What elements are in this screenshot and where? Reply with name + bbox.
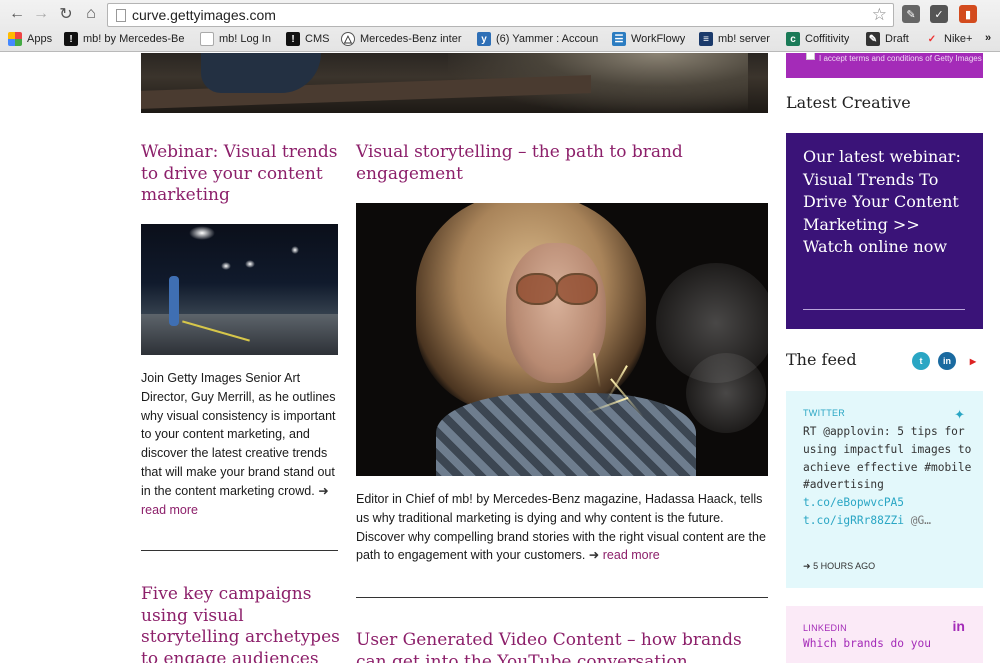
linkedin-feed-card[interactable]: LINKEDIN in Which brands do you [786, 606, 983, 663]
linkedin-label: LINKEDIN [803, 623, 847, 633]
draft-icon: ✎ [866, 32, 880, 46]
yammer-icon: y [477, 32, 491, 46]
bookmark-coffitivity[interactable]: c Coffitivity [786, 32, 866, 46]
home-icon[interactable]: ⌂ [82, 5, 100, 23]
terms-text: I accept terms and conditions of Getty I… [819, 54, 982, 63]
divider [356, 597, 768, 598]
reload-icon[interactable]: ↻ [57, 5, 75, 23]
page-icon [116, 9, 126, 22]
server-icon: ≡ [699, 32, 713, 46]
bookmark-mb-server[interactable]: ≡ mb! server [699, 32, 779, 46]
mercedes-star-icon: △ [341, 32, 355, 46]
workflowy-icon: ☰ [612, 32, 626, 46]
apps-grid-icon [8, 32, 22, 46]
linkedin-icon[interactable]: in [938, 352, 956, 370]
arrow-right-icon: ➜ [803, 561, 811, 571]
twitter-bird-icon: ✦ [954, 407, 965, 422]
latest-creative-heading: Latest Creative [786, 93, 911, 112]
mb-exclamation-icon: ! [64, 32, 78, 46]
bookmark-mercedes-intern[interactable]: △ Mercedes-Benz inter [341, 32, 465, 46]
pocket-icon[interactable]: ✓ [930, 5, 948, 23]
arrow-right-icon: ➜ [588, 548, 600, 563]
article-title-storytelling[interactable]: Visual storytelling – the path to brand … [356, 142, 736, 185]
extension-icon[interactable]: ▮ [959, 5, 977, 23]
promo-text: Our latest webinar: Visual Trends To Dri… [803, 147, 961, 256]
divider [141, 550, 338, 551]
bookmark-yammer[interactable]: y (6) Yammer : Accoun [477, 32, 602, 46]
url-text: curve.gettyimages.com [132, 7, 276, 23]
linkedin-post-text: Which brands do you [803, 637, 931, 650]
twitter-label: TWITTER [803, 408, 846, 418]
address-bar[interactable]: curve.gettyimages.com ☆ [107, 3, 894, 27]
bookmark-draft[interactable]: ✎ Draft [866, 32, 916, 46]
bookmark-nike[interactable]: ✓ Nike+ [925, 32, 973, 46]
article-body-storytelling: Editor in Chief of mb! by Mercedes-Benz … [356, 492, 766, 563]
article-title-ugc[interactable]: User Generated Video Content – how brand… [356, 630, 768, 663]
article-body-webinar: Join Getty Images Senior Art Director, G… [141, 371, 336, 517]
tweet-timestamp: ➜ 5 HOURS AGO [803, 561, 876, 571]
page-icon [200, 32, 214, 46]
more-bookmarks-icon[interactable]: » [985, 32, 997, 44]
evernote-icon[interactable]: ✎ [902, 5, 920, 23]
nike-icon: ✓ [927, 33, 937, 45]
terms-checkbox[interactable] [806, 53, 815, 60]
bookmark-mb-mercedes[interactable]: ! mb! by Mercedes-Be [64, 32, 190, 46]
bookmarks-bar: Apps ! mb! by Mercedes-Be mb! Log In ! C… [0, 30, 1000, 50]
read-more-link[interactable]: read more [141, 503, 198, 517]
back-arrow-icon[interactable]: ← [8, 5, 26, 23]
twitter-icon[interactable]: t [912, 352, 930, 370]
feed-heading: The feed [786, 350, 857, 369]
tweet-link[interactable]: t.co/eBopwvcPA5 [803, 496, 904, 509]
read-more-link[interactable]: read more [603, 548, 660, 562]
bookmark-star-icon[interactable]: ☆ [872, 5, 887, 25]
article-title-campaigns[interactable]: Five key campaigns using visual storytel… [141, 584, 346, 663]
tweet-text: RT @applovin: 5 tips for using impactful… [803, 425, 972, 527]
tweet-link[interactable]: t.co/igRRr88ZZi [803, 514, 904, 527]
article-thumbnail-webinar[interactable] [141, 224, 338, 355]
signup-box: I accept terms and conditions of Getty I… [786, 53, 983, 78]
article-title-webinar[interactable]: Webinar: Visual trends to drive your con… [141, 142, 346, 207]
arrow-right-icon: ➜ [318, 483, 329, 498]
webinar-promo[interactable]: Our latest webinar: Visual Trends To Dri… [786, 133, 983, 329]
twitter-feed-card[interactable]: TWITTER ✦ RT @applovin: 5 tips for using… [786, 391, 983, 588]
coffitivity-icon: c [786, 32, 800, 46]
forward-arrow-icon[interactable]: → [32, 5, 50, 23]
mb-exclamation-icon: ! [286, 32, 300, 46]
linkedin-logo-icon: in [952, 618, 965, 634]
article-image-storytelling[interactable] [356, 203, 768, 476]
bookmark-mb-login[interactable]: mb! Log In [200, 32, 280, 46]
bookmark-cms[interactable]: ! CMS [286, 32, 336, 46]
browser-chrome: ← → ↻ ⌂ curve.gettyimages.com ☆ ✎ ✓ ▮ Ap… [0, 0, 1000, 52]
bookmark-workflowy[interactable]: ☰ WorkFlowy [612, 32, 692, 46]
page-content: Webinar: Visual trends to drive your con… [0, 53, 1000, 663]
bookmark-apps[interactable]: Apps [8, 32, 58, 46]
hero-image[interactable] [141, 53, 768, 113]
youtube-icon[interactable]: ▶ [964, 352, 982, 370]
